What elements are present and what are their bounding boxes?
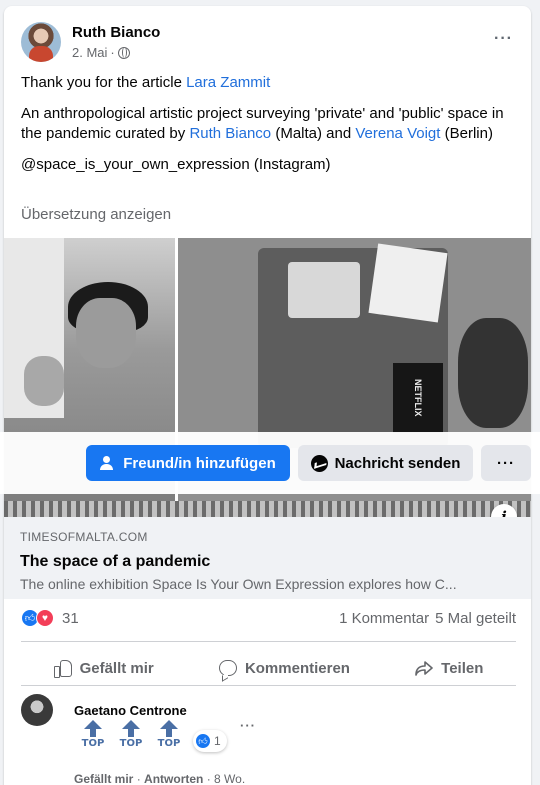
messenger-icon [310,454,328,472]
stats-right: 1 Kommentar 5 Mal geteilt [339,610,516,627]
author-name[interactable]: Ruth Bianco [72,23,160,42]
share-icon [415,660,433,676]
profile-more-button[interactable]: ··· [481,445,531,481]
send-message-button[interactable]: Nachricht senden [298,445,473,481]
up-arrow-icon [160,720,178,729]
comment-like-action[interactable]: Gefällt mir [74,772,133,785]
top-sticker: TOP [81,720,105,749]
top-label: TOP [119,738,143,749]
author-avatar[interactable] [21,22,61,62]
link-description: The online exhibition Space Is Your Own … [20,576,457,592]
arrow-stem [166,729,172,737]
up-arrow-icon [84,720,102,729]
post-options-button[interactable]: ··· [494,30,513,48]
add-friend-icon [100,456,116,470]
like-reaction-icon: 👍︎ [195,733,211,749]
link-title: The space of a pandemic [20,553,211,570]
link-preview[interactable]: TIMESOFMALTA.COM The space of a pandemic… [4,517,531,599]
commenter-name[interactable]: Gaetano Centrone [74,703,187,718]
photo-bottom-strip [4,501,531,517]
like-button-label: Gefällt mir [79,659,154,677]
tag-lara-zammit[interactable]: Lara Zammit [186,74,270,91]
like-button[interactable]: Gefällt mir [53,659,154,678]
add-friend-label: Freund/in hinzufügen [123,454,276,472]
add-friend-button[interactable]: Freund/in hinzufügen [86,445,290,481]
post-line-3: @space_is_your_own_expression (Instagram… [21,156,331,173]
post-line-1: Thank you for the article Lara Zammit [21,73,511,93]
photo-face [76,298,136,368]
top-sticker: TOP [119,720,143,749]
photo-hand [24,356,64,406]
photo-laptop [288,262,360,318]
divider-top [21,641,516,642]
comment-count[interactable]: 1 Kommentar [339,610,429,627]
photo-chair [458,318,528,428]
comment-reply-action[interactable]: Antworten [144,772,203,785]
post-card: Ruth Bianco 2. Mai · ··· Thank you for t… [4,6,531,785]
post-text: Thank you for the article Lara Zammit An… [21,73,511,186]
comment-options-button[interactable]: ··· [240,718,256,733]
up-arrow-icon [122,720,140,729]
comment-reaction-count: 1 [214,734,221,748]
arrow-stem [90,729,96,737]
post-meta: 2. Mai · [72,44,160,61]
reactions-summary[interactable]: 👍︎ ♥ 31 [21,609,79,627]
post-actions: Gefällt mir Kommentieren Teilen [21,648,516,688]
comment-action-separator: · [133,772,145,785]
post-line-1-text: Thank you for the article [21,74,187,91]
tag-verena-voigt[interactable]: Verena Voigt [355,125,440,142]
photo-netflix-box: NETFLIX [393,363,443,433]
post-header: Ruth Bianco 2. Mai · [21,22,160,62]
post-date[interactable]: 2. Mai [72,44,107,61]
author-info: Ruth Bianco 2. Mai · [72,23,160,61]
thumb-up-icon [53,659,72,678]
reaction-count: 31 [62,609,79,627]
arrow-stem [128,729,134,737]
comment-icon [218,660,237,676]
comment-action-separator: · [203,772,215,785]
globe-icon [117,46,130,59]
post-stats: 👍︎ ♥ 31 1 Kommentar 5 Mal geteilt [21,609,516,627]
send-message-label: Nachricht senden [334,454,461,472]
post-line-2-text-b: (Malta) and [271,125,356,142]
profile-action-bar: Freund/in hinzufügen Nachricht senden ··… [0,432,540,494]
comment-button[interactable]: Kommentieren [218,659,350,677]
share-button-label: Teilen [441,659,484,677]
top-sticker-row: TOP TOP TOP [81,720,181,749]
post-line-2-text-c: (Berlin) [440,125,493,142]
love-reaction-icon: ♥ [36,609,54,627]
share-count[interactable]: 5 Mal geteilt [435,610,516,627]
commenter-avatar[interactable] [21,694,53,726]
top-label: TOP [157,738,181,749]
share-button[interactable]: Teilen [415,660,483,677]
top-sticker: TOP [157,720,181,749]
translate-link[interactable]: Übersetzung anzeigen [21,206,171,223]
tag-ruth-bianco[interactable]: Ruth Bianco [189,125,271,142]
comment-button-label: Kommentieren [244,659,350,677]
reaction-icons: 👍︎ ♥ [21,609,54,627]
top-label: TOP [81,738,105,749]
comment-age[interactable]: 8 Wo. [214,772,245,785]
divider-bottom [21,685,516,686]
meta-separator: · [110,45,115,60]
photo-papers [368,243,448,323]
post-line-2: An anthropological artistic project surv… [21,104,511,144]
comment-reactions[interactable]: 👍︎ 1 [193,730,227,752]
comment-actions: Gefällt mir · Antworten · 8 Wo. [74,772,245,785]
link-domain: TIMESOFMALTA.COM [20,530,148,544]
